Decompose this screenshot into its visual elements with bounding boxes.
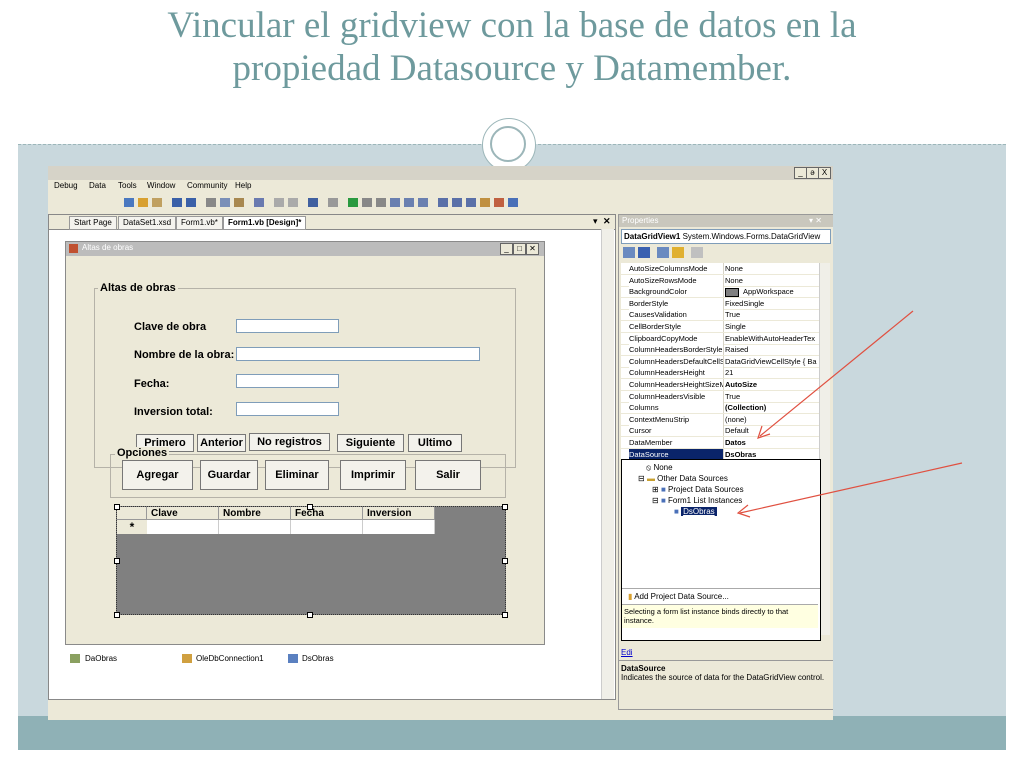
arrow-datamember: [759, 310, 914, 437]
annotation-arrows: [736, 310, 963, 518]
arrow-datasource: [739, 462, 963, 514]
